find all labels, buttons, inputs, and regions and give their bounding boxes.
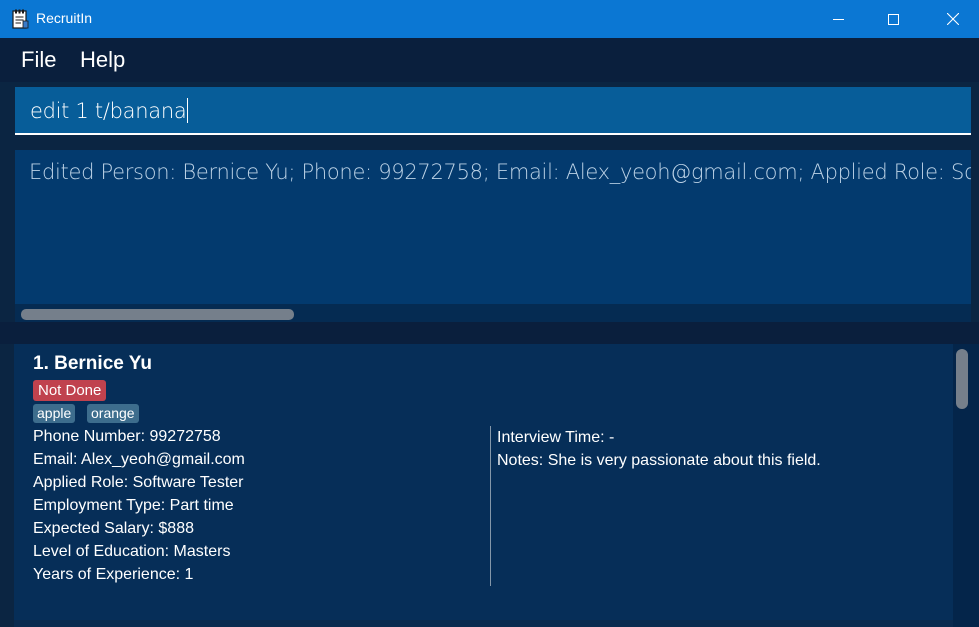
tag-apple: apple (33, 404, 76, 423)
status-badge: Not Done (33, 380, 107, 401)
menu-file[interactable]: File (21, 47, 56, 73)
window-title: RecruitIn (36, 10, 93, 26)
list-scrollbar-thumb[interactable] (956, 349, 968, 409)
command-box[interactable]: edit 1 t/banana (15, 87, 971, 135)
applied-role: Applied Role: Software Tester (33, 474, 244, 491)
title-bar: RecruitIn (0, 0, 979, 38)
result-scrollbar-thumb[interactable] (21, 309, 294, 320)
close-icon (947, 13, 959, 25)
level-of-education: Level of Education: Masters (33, 543, 231, 560)
person-list[interactable]: 1. Bernice Yu Not Done apple orange Phon… (14, 344, 953, 627)
command-text: edit 1 t/banana (30, 99, 187, 123)
column-divider (490, 426, 491, 586)
notepad-icon (12, 9, 29, 29)
close-button[interactable] (929, 0, 977, 38)
years-of-experience: Years of Experience: 1 (33, 566, 194, 583)
result-message: Edited Person: Bernice Yu; Phone: 992727… (29, 160, 971, 184)
panel-separator (0, 322, 979, 344)
tag-orange: orange (87, 404, 139, 423)
email: Email: Alex_yeoh@gmail.com (33, 451, 245, 468)
person-name: 1. Bernice Yu (33, 353, 152, 374)
phone-number: Phone Number: 99272758 (33, 428, 221, 445)
minimize-button[interactable] (814, 0, 862, 38)
command-input[interactable]: edit 1 t/banana (30, 98, 189, 123)
maximize-button[interactable] (869, 0, 917, 38)
next-card-edge (14, 620, 953, 627)
menu-bar: File Help (0, 38, 979, 82)
list-vertical-scrollbar[interactable] (953, 344, 979, 627)
employment-type: Employment Type: Part time (33, 497, 234, 514)
result-display: Edited Person: Bernice Yu; Phone: 992727… (15, 150, 971, 322)
minimize-icon (832, 18, 844, 20)
notes: Notes: She is very passionate about this… (497, 452, 821, 469)
expected-salary: Expected Salary: $888 (33, 520, 194, 537)
result-horizontal-scrollbar[interactable] (15, 304, 971, 322)
person-card[interactable]: 1. Bernice Yu Not Done apple orange Phon… (14, 344, 953, 620)
interview-time: Interview Time: - (497, 429, 615, 446)
menu-help[interactable]: Help (80, 47, 125, 73)
text-caret (187, 98, 189, 123)
maximize-icon (887, 13, 899, 25)
